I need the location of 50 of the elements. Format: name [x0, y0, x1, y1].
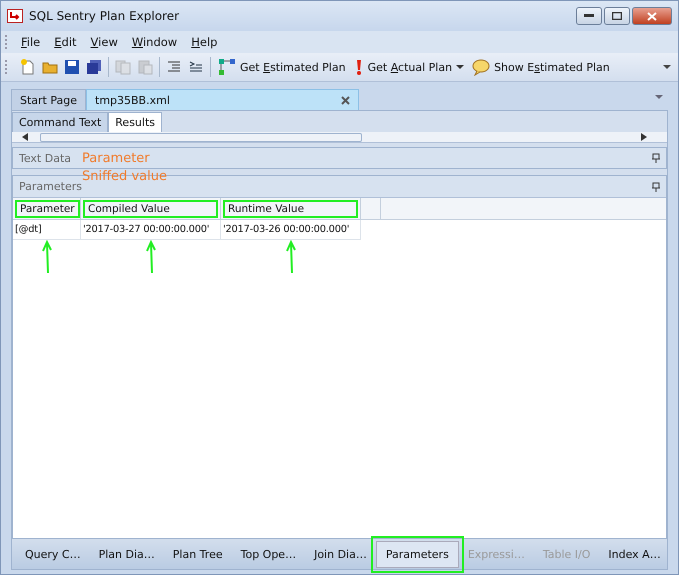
panel-title: Text Data [19, 152, 72, 164]
menu-item[interactable]: View [84, 35, 125, 49]
bottom-tab[interactable]: Query C… [16, 542, 90, 566]
annotation-text: Parameter [82, 151, 151, 166]
bottom-tab[interactable]: Plan Dia… [90, 542, 164, 566]
minimize-icon [584, 14, 594, 18]
view-tab[interactable]: Command Text [12, 112, 108, 132]
maximize-icon [612, 12, 622, 20]
column-header[interactable]: Compiled Value [83, 200, 218, 218]
view-tab[interactable]: Results [108, 112, 162, 132]
minimize-button[interactable] [576, 7, 602, 25]
document-tab[interactable]: tmp35BB.xml [86, 89, 359, 110]
pin-icon[interactable] [652, 153, 660, 163]
close-icon [647, 12, 657, 20]
close-button[interactable] [632, 7, 672, 25]
bottom-tab[interactable]: Plan Tree [164, 542, 232, 566]
column-header[interactable]: Parameter [15, 200, 80, 218]
scroll-right-icon[interactable] [641, 133, 647, 141]
window-title: SQL Sentry Plan Explorer [29, 9, 180, 23]
bottom-tab[interactable]: Join Dia… [305, 542, 376, 566]
table-cell: '2017-03-27 00:00:00.000' [81, 220, 221, 240]
menu-item[interactable]: Window [124, 35, 184, 49]
pin-icon[interactable] [652, 182, 660, 192]
panel-title: Parameters [19, 180, 82, 193]
table-cell: '2017-03-26 00:00:00.000' [221, 220, 361, 240]
overflow-icon[interactable] [662, 64, 672, 70]
speech-bubble-icon [472, 58, 490, 76]
menu-item[interactable]: File [14, 35, 48, 49]
dropdown-arrow-icon [456, 64, 464, 70]
toolbar-button[interactable]: Show Estimated Plan [471, 58, 611, 76]
new-file-icon[interactable] [20, 59, 36, 75]
horizontal-scrollbar[interactable] [12, 132, 667, 143]
document-tab[interactable]: Start Page [11, 89, 86, 110]
bottom-tab[interactable]: Top Ope… [232, 542, 306, 566]
maximize-button[interactable] [604, 7, 630, 25]
column-header[interactable]: Runtime Value [223, 200, 358, 218]
table-cell: [@dt] [13, 220, 81, 240]
menu-item[interactable]: Edit [47, 35, 84, 49]
menu-item[interactable]: Help [184, 35, 224, 49]
save-icon[interactable] [64, 59, 80, 75]
toolbar-button[interactable]: Get Actual Plan [352, 58, 466, 76]
close-icon[interactable] [341, 96, 350, 104]
plan-diagram-icon [218, 58, 236, 76]
annotation-text: Sniffed value [82, 169, 167, 184]
bottom-tab[interactable]: Index A… [599, 542, 670, 566]
app-logo-icon [7, 9, 23, 23]
scroll-left-icon[interactable] [22, 133, 28, 141]
toolbar-button[interactable]: Get Estimated Plan [217, 58, 347, 76]
tab-list-icon[interactable] [654, 94, 664, 100]
save-all-icon[interactable] [86, 59, 102, 75]
